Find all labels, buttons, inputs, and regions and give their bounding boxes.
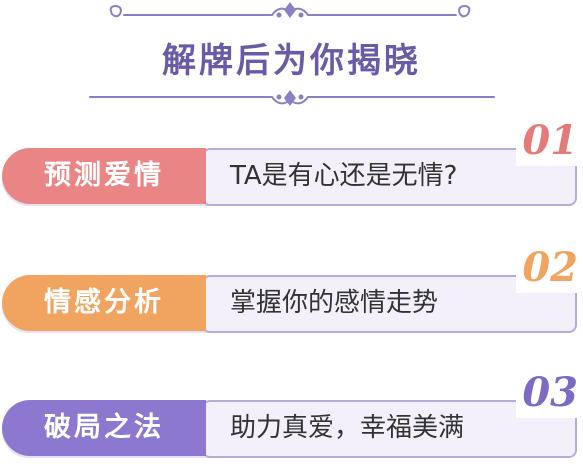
feature-card-breakthrough: 破局之法 助力真爱，幸福美满 03 xyxy=(2,368,580,460)
card-label: 预测爱情 xyxy=(44,160,164,191)
card-description: 助力真爱，幸福美满 xyxy=(230,413,465,443)
card-number: 01 xyxy=(516,116,580,166)
card-number: 02 xyxy=(516,243,580,293)
page-title: 解牌后为你揭晓 xyxy=(162,41,421,81)
card-label: 破局之法 xyxy=(44,412,164,443)
card-number: 03 xyxy=(516,368,580,418)
section-header: 解牌后为你揭晓 xyxy=(0,0,583,120)
card-description: 掌握你的感情走势 xyxy=(230,288,439,318)
feature-card-predict-love: 预测爱情 TA是有心还是无情? 01 xyxy=(2,116,580,208)
card-description: TA是有心还是无情? xyxy=(230,161,458,191)
card-label: 情感分析 xyxy=(44,287,164,318)
feature-card-emotion-analysis: 情感分析 掌握你的感情走势 02 xyxy=(2,243,580,335)
